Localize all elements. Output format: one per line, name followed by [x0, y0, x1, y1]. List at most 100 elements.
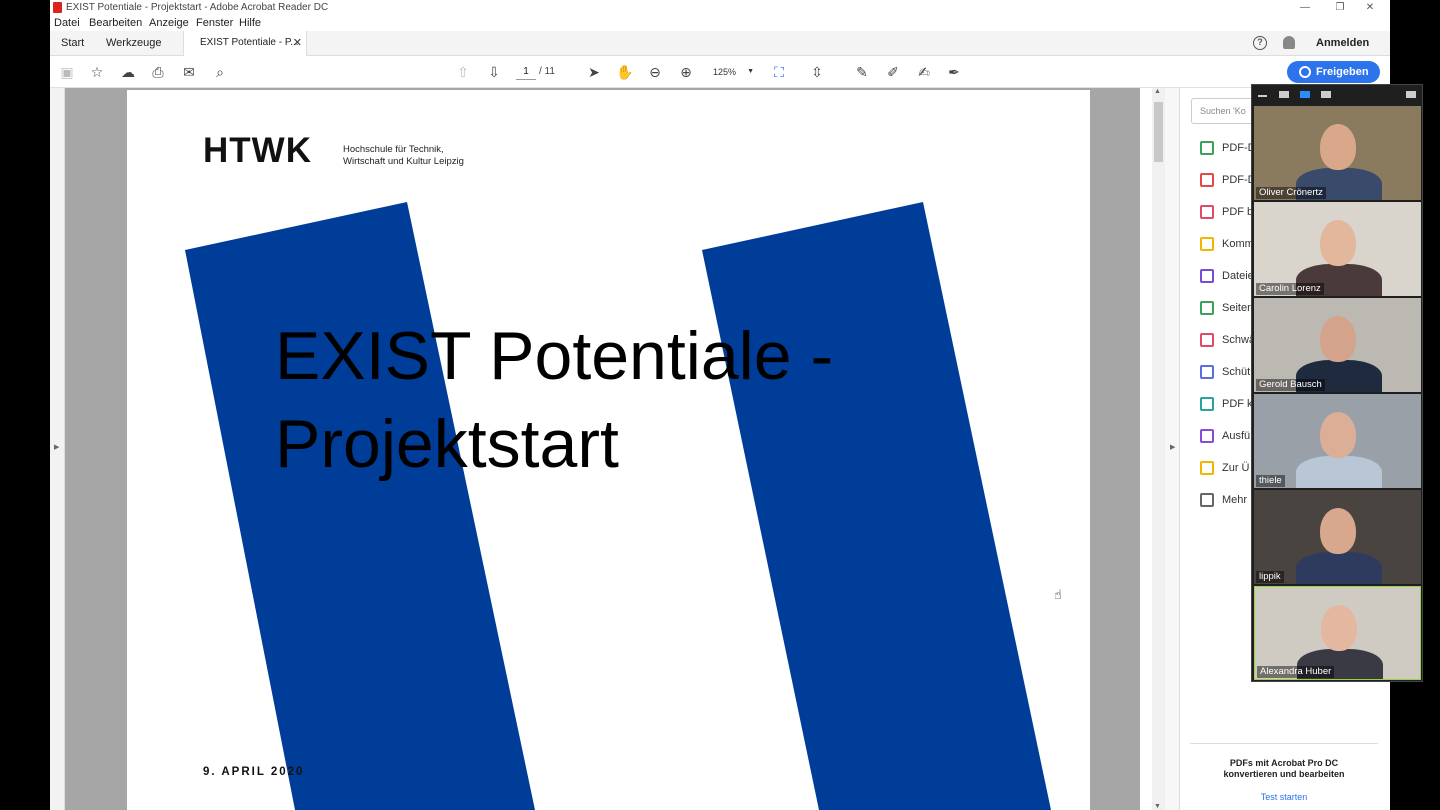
bookmark-star-icon[interactable]: ☆	[89, 64, 105, 80]
blue-stripe-left	[185, 202, 535, 810]
close-tab-icon[interactable]: ✕	[293, 31, 302, 55]
scroll-down-icon[interactable]: ▼	[1154, 803, 1161, 810]
slide-date: 9. APRIL 2020	[203, 766, 305, 778]
tool-icon	[1200, 141, 1214, 155]
tool-label: Ausfü	[1222, 430, 1251, 442]
menu-edit[interactable]: Bearbeiten	[89, 16, 142, 31]
notifications-bell-icon[interactable]	[1283, 36, 1295, 49]
scrollbar-thumb[interactable]	[1154, 102, 1163, 162]
zoom-select[interactable]: 125% ▼	[710, 64, 754, 80]
zoom-in-icon[interactable]: ⊕	[678, 64, 694, 80]
pdf-page: HTWK Hochschule für Technik, Wirtschaft …	[127, 90, 1090, 810]
close-window-button[interactable]: ✕	[1355, 0, 1385, 16]
tool-label: Seiten	[1222, 302, 1254, 314]
single-view-icon[interactable]	[1279, 91, 1289, 98]
video-participants-panel: Oliver Crönertz Carolin Lorenz Gerold Baus…	[1251, 84, 1423, 682]
participant-body	[1296, 552, 1382, 584]
help-icon[interactable]: ?	[1253, 36, 1267, 50]
zoom-value: 125%	[713, 67, 737, 77]
highlight-pen-icon[interactable]: ✐	[885, 64, 901, 80]
tool-icon	[1200, 365, 1214, 379]
tool-icon	[1200, 461, 1214, 475]
participant-face	[1321, 605, 1357, 651]
exit-fullscreen-icon[interactable]	[1406, 91, 1416, 98]
tab-document[interactable]: EXIST Potentiale - P... ✕	[183, 31, 307, 56]
tab-document-label: EXIST Potentiale - P...	[200, 37, 299, 48]
video-tile[interactable]: Oliver Crönertz	[1254, 106, 1421, 200]
find-zoom-icon[interactable]: ⌕	[212, 64, 228, 80]
sign-icon[interactable]: ✒	[946, 64, 962, 80]
minimize-button[interactable]: —	[1290, 0, 1320, 16]
participant-name: Alexandra Huber	[1257, 666, 1335, 678]
strip-view-icon[interactable]	[1300, 91, 1310, 98]
participant-name: Oliver Crönertz	[1256, 187, 1326, 199]
menu-view[interactable]: Anzeige	[149, 16, 189, 31]
tab-home[interactable]: Start	[61, 31, 84, 56]
video-panel-header	[1252, 85, 1422, 105]
email-icon[interactable]: ✉	[181, 64, 197, 80]
draw-icon[interactable]: ✍	[916, 64, 932, 80]
next-page-icon[interactable]: ⇩	[486, 64, 502, 80]
participant-name: lippik	[1256, 571, 1284, 583]
scroll-mode-icon[interactable]: ⇳	[809, 64, 825, 80]
fit-page-icon[interactable]: ⛶	[771, 64, 787, 80]
tool-icon	[1200, 269, 1214, 283]
participant-name: Carolin Lorenz	[1256, 283, 1324, 295]
tool-icon	[1200, 397, 1214, 411]
video-tile[interactable]: lippik	[1254, 490, 1421, 584]
menu-file[interactable]: Datei	[54, 16, 80, 31]
video-tile[interactable]: Gerold Bausch	[1254, 298, 1421, 392]
video-tile[interactable]: Carolin Lorenz	[1254, 202, 1421, 296]
tool-icon	[1200, 205, 1214, 219]
document-scrollbar[interactable]: ▲ ▼	[1152, 88, 1165, 810]
participant-face	[1320, 412, 1356, 458]
menu-window[interactable]: Fenster	[196, 16, 233, 31]
comment-icon[interactable]: ✎	[854, 64, 870, 80]
tool-icon	[1200, 493, 1214, 507]
save-icon[interactable]: ▣	[59, 64, 75, 80]
gallery-view-icon[interactable]	[1321, 91, 1331, 98]
participant-body	[1296, 456, 1382, 488]
participant-name: thiele	[1256, 475, 1285, 487]
tab-tools[interactable]: Werkzeuge	[106, 31, 161, 56]
upload-cloud-icon[interactable]: ☁	[120, 64, 136, 80]
tool-label: PDF b	[1222, 206, 1254, 218]
logo-subtitle-line2: Wirtschaft und Kultur Leipzig	[343, 156, 464, 167]
participant-face	[1320, 124, 1356, 170]
tool-label: Zur Ü	[1222, 462, 1250, 474]
logo-subtitle-line1: Hochschule für Technik,	[343, 144, 444, 155]
menu-help[interactable]: Hilfe	[239, 16, 261, 31]
minimize-video-icon[interactable]	[1258, 95, 1267, 97]
participant-face	[1320, 316, 1356, 362]
maximize-button[interactable]: ❐	[1325, 0, 1355, 16]
tool-icon	[1200, 429, 1214, 443]
right-panel-toggle[interactable]: ▶	[1165, 88, 1180, 810]
tool-icon	[1200, 173, 1214, 187]
video-tile[interactable]: Alexandra Huber	[1254, 586, 1421, 680]
blue-stripe-right	[702, 202, 1051, 810]
chevron-down-icon: ▼	[747, 68, 754, 75]
video-tile[interactable]: thiele	[1254, 394, 1421, 488]
acrobat-app-icon	[53, 2, 62, 13]
previous-page-icon[interactable]: ⇧	[455, 64, 471, 80]
left-panel-toggle[interactable]: ▶	[50, 88, 65, 810]
print-icon[interactable]: ⎙	[150, 64, 166, 80]
scroll-up-icon[interactable]: ▲	[1154, 88, 1161, 95]
select-pointer-icon[interactable]: ➤	[586, 64, 602, 80]
share-button[interactable]: Freigeben	[1287, 61, 1380, 83]
tool-icon	[1200, 301, 1214, 315]
menu-bar: Datei Bearbeiten Anzeige Fenster Hilfe	[50, 16, 1390, 31]
hand-tool-icon[interactable]: ✋	[616, 64, 633, 80]
expand-left-icon: ▶	[54, 444, 60, 451]
slide-title-line2: Projektstart	[275, 406, 619, 482]
collapse-right-icon: ▶	[1170, 444, 1176, 451]
slide-title: EXIST Potentiale - Projektstart	[275, 312, 833, 488]
tool-label: Schüt	[1222, 366, 1251, 378]
title-bar: EXIST Potentiale - Projektstart - Adobe …	[50, 0, 1390, 16]
tool-label: Komm	[1222, 238, 1254, 250]
page-number-input[interactable]: 1	[516, 64, 536, 80]
sign-in-button[interactable]: Anmelden	[1316, 31, 1369, 55]
start-trial-link[interactable]: Test starten	[1190, 792, 1378, 802]
zoom-out-icon[interactable]: ⊖	[647, 64, 663, 80]
promo-box: PDFs mit Acrobat Pro DC konvertieren und…	[1190, 743, 1378, 802]
